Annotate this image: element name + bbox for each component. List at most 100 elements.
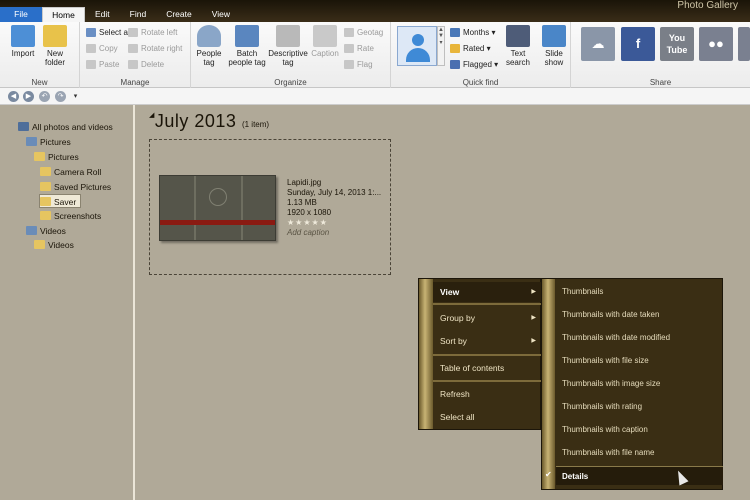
batch-people-tag-button[interactable]: Batch people tag	[227, 25, 267, 67]
tab-view[interactable]: View	[202, 7, 240, 22]
photo-thumbnail[interactable]	[159, 175, 276, 241]
group-manage: Select all Copy Paste Rotate left Rotate…	[80, 22, 191, 88]
view-submenu: Thumbnails Thumbnails with date taken Th…	[541, 278, 723, 490]
menu-item-refresh[interactable]: Refresh	[433, 384, 541, 404]
tab-find[interactable]: Find	[120, 7, 157, 22]
flagged-button[interactable]: Flagged ▾	[450, 58, 498, 71]
customize-dropdown-icon[interactable]: ▾	[70, 91, 81, 102]
new-folder-button[interactable]: New folder	[40, 25, 70, 67]
cloud-share-icon[interactable]: ☁	[581, 27, 615, 61]
tree-item-all-photos[interactable]: All photos and videos	[18, 120, 113, 134]
tree-item-label: Videos	[40, 226, 66, 236]
view-thumbnails[interactable]: Thumbnails	[556, 282, 723, 301]
text-search-label: Text search	[505, 49, 530, 67]
view-thumbnails-file-name[interactable]: Thumbnails with file name	[556, 443, 723, 462]
view-thumbnails-file-size[interactable]: Thumbnails with file size	[556, 351, 723, 370]
redo-icon[interactable]: ↷	[55, 91, 66, 102]
descriptive-tag-button[interactable]: Descriptive tag	[267, 25, 309, 67]
avatar-scroll[interactable]: ▲ ▼ ▾	[437, 26, 445, 66]
menu-item-label: Group by	[440, 313, 475, 323]
slide-show-label: Slide show	[544, 49, 564, 67]
tab-create[interactable]: Create	[156, 7, 202, 22]
people-filter-avatar[interactable]	[397, 26, 437, 66]
submenu-arrow-icon: ▶	[531, 338, 536, 344]
folder-icon	[40, 211, 51, 220]
new-folder-label: New folder	[44, 49, 65, 67]
select-all-button[interactable]: Select all	[86, 26, 131, 39]
rated-button[interactable]: Rated ▾	[450, 42, 491, 55]
flagged-label: Flagged	[463, 60, 492, 69]
menu-item-label: Refresh	[440, 389, 470, 399]
rating-stars[interactable]: ★★★★★	[287, 218, 381, 228]
flag-button[interactable]: Flag	[344, 58, 373, 71]
tree-item-screenshots[interactable]: Screenshots	[40, 209, 101, 223]
slide-show-button[interactable]: Slide show	[539, 25, 569, 67]
menu-item-group-by[interactable]: Group by ▶	[433, 308, 541, 328]
tree-item-pictures[interactable]: Pictures	[26, 135, 71, 149]
group-quick-find: ▲ ▼ ▾ Months ▾ Rated ▾ Flagged ▾ Text sear…	[391, 22, 571, 88]
caption-button[interactable]: Caption	[309, 25, 341, 58]
months-button[interactable]: Months ▾	[450, 26, 495, 39]
caption-field[interactable]: Add caption	[287, 228, 381, 238]
view-thumbnails-caption[interactable]: Thumbnails with caption	[556, 420, 723, 439]
menu-separator	[433, 303, 541, 305]
tree-item-videos[interactable]: Videos	[26, 224, 66, 238]
menu-item-select-all[interactable]: Select all	[433, 407, 541, 427]
folder-icon	[40, 197, 51, 206]
batch-people-tag-label: Batch people tag	[228, 49, 266, 67]
undo-icon[interactable]: ↶	[39, 91, 50, 102]
tree-item-saved-pictures[interactable]: Saved Pictures	[40, 180, 111, 194]
paste-label: Paste	[99, 60, 120, 69]
rate-button[interactable]: Rate	[344, 42, 374, 55]
view-thumbnails-date-taken[interactable]: Thumbnails with date taken	[556, 305, 723, 324]
group-quick-find-title: Quick find	[462, 78, 499, 87]
tab-file[interactable]: File	[0, 7, 42, 22]
more-share-icon[interactable]	[738, 27, 750, 61]
tree-item-saver[interactable]: Saver	[39, 194, 82, 208]
facebook-icon[interactable]: f	[621, 27, 655, 61]
tag-icon	[276, 25, 300, 47]
menu-separator	[433, 354, 541, 356]
menu-item-sort-by[interactable]: Sort by ▶	[433, 331, 541, 351]
tree-item-label: Screenshots	[54, 211, 102, 221]
menu-item-label: Table of contents	[440, 363, 505, 373]
tree-item-camera-roll[interactable]: Camera Roll	[40, 165, 101, 179]
people-tag-label: People tag	[196, 49, 222, 67]
geotag-button[interactable]: Geotag	[344, 26, 383, 39]
photo-item[interactable]: Lapidi.jpg Sunday, July 14, 2013 1:... 1…	[149, 139, 391, 275]
view-thumbnails-image-size[interactable]: Thumbnails with image size	[556, 374, 723, 393]
people-tag-button[interactable]: People tag	[193, 25, 225, 67]
flag-label: Flag	[357, 60, 373, 69]
group-header[interactable]: ◢July 2013 (1 item)	[149, 111, 269, 132]
menu-separator	[433, 380, 541, 382]
rotate-right-button[interactable]: Rotate right	[128, 42, 182, 55]
paste-button[interactable]: Paste	[86, 58, 119, 71]
photo-date: Sunday, July 14, 2013 1:...	[287, 188, 382, 197]
copy-button[interactable]: Copy	[86, 42, 118, 55]
view-thumbnails-date-modified[interactable]: Thumbnails with date modified	[556, 328, 723, 347]
tree-item-label: Pictures	[40, 137, 71, 147]
tree-item-videos-folder[interactable]: Videos	[34, 238, 74, 252]
folder-icon	[40, 167, 51, 176]
menu-item-table-of-contents[interactable]: Table of contents	[433, 358, 541, 378]
back-arrow-icon[interactable]: ◀	[8, 91, 19, 102]
group-manage-title: Manage	[120, 78, 150, 87]
view-thumbnails-rating[interactable]: Thumbnails with rating	[556, 397, 723, 416]
text-search-button[interactable]: Text search	[503, 25, 533, 67]
tab-home[interactable]: Home	[42, 7, 85, 22]
import-button[interactable]: Import	[6, 25, 40, 58]
tab-edit[interactable]: Edit	[85, 7, 120, 22]
tree-item-pictures-folder[interactable]: Pictures	[34, 150, 79, 164]
youtube-icon[interactable]: You Tube	[660, 27, 694, 61]
submenu-arrow-icon: ▶	[531, 315, 536, 321]
caption-icon	[313, 25, 337, 47]
avatar-body-icon	[406, 48, 430, 62]
view-details[interactable]: Details	[556, 466, 723, 485]
menu-item-view[interactable]: View ▶	[433, 282, 541, 302]
forward-arrow-icon[interactable]: ▶	[23, 91, 34, 102]
flickr-icon[interactable]: ●●	[699, 27, 733, 61]
menu-item-label: View	[440, 287, 460, 297]
rotate-left-button[interactable]: Rotate left	[128, 26, 177, 39]
delete-button[interactable]: Delete	[128, 58, 164, 71]
videos-library-icon	[26, 226, 37, 235]
